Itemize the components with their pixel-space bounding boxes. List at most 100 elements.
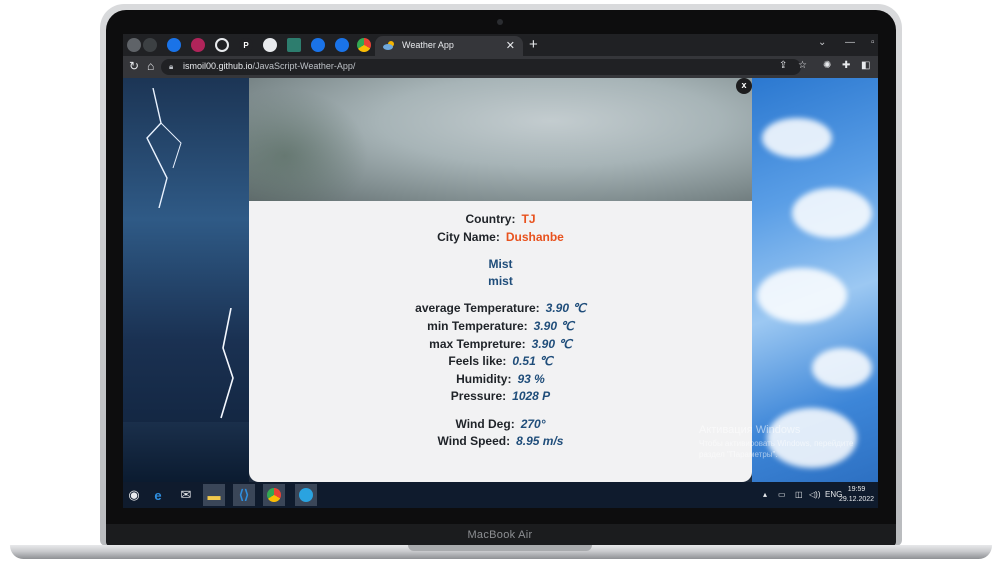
humidity-label: Humidity: [456, 372, 512, 386]
max-temp-value: 3.90 ℃ [531, 337, 572, 351]
github-icon[interactable] [143, 38, 157, 52]
chrome-logo [267, 488, 281, 502]
city-row: City Name: Dushanbe [249, 230, 752, 244]
weather-image [249, 78, 752, 201]
cloud [812, 348, 872, 388]
google-icon[interactable] [357, 38, 371, 52]
wind-speed-value: 8.95 m/s [516, 434, 564, 448]
url-host: ismoil00.github.io [183, 61, 253, 71]
pressure-label: Pressure: [450, 389, 507, 403]
search-app-icon[interactable]: ◉ [123, 484, 145, 506]
feels-like-label: Feels like: [448, 354, 507, 368]
city-value: Dushanbe [505, 230, 564, 244]
avg-temp-row: average Temperature: 3.90 ℃ [249, 301, 752, 315]
address-bar[interactable]: 🔒︎ ismoil00.github.io/JavaScript-Weather… [161, 59, 801, 75]
tab-icon[interactable] [191, 38, 205, 52]
edge-legacy-icon[interactable]: e [147, 484, 169, 506]
minimize-icon[interactable]: — [845, 37, 855, 48]
feels-like-value: 0.51 ℃ [512, 354, 553, 368]
chevron-down-icon[interactable]: ⌄ [818, 37, 826, 48]
web-page: Country: TJ City Name: Dushanbe Mist mist … [123, 78, 878, 482]
laptop-notch [408, 545, 592, 551]
avg-temp-value: 3.90 ℃ [545, 301, 586, 315]
extension-gear-icon[interactable]: ✺ [823, 60, 831, 71]
weather-tab-icon [383, 41, 394, 50]
brand-label: MacBook Air [467, 529, 533, 541]
clock[interactable]: 19:59 29.12.2022 [839, 485, 874, 505]
globe-icon[interactable] [263, 38, 277, 52]
home-icon[interactable]: ⌂ [147, 59, 154, 73]
clock-time: 19:59 [847, 486, 866, 493]
camera [497, 19, 503, 25]
sea [123, 422, 249, 482]
windows-activation-line1: Чтобы активировать Windows, перейдите [699, 439, 854, 448]
tab-weather-app[interactable]: Weather App ✕ [375, 36, 523, 56]
wind-speed-row: Wind Speed: 8.95 m/s [249, 434, 752, 448]
wind-speed-label: Wind Speed: [437, 434, 511, 448]
lightning-bolt [220, 308, 234, 419]
taskbar: ◉ e ✉ ▬ ⟨⟩ ▴ ▭ ◫ ◁)) ENG 19:59 29.12.202… [123, 482, 878, 508]
maximize-icon[interactable]: ▫ [871, 37, 875, 48]
wind-deg-value: 270° [520, 417, 546, 431]
volume-icon[interactable]: ◁)) [809, 490, 820, 499]
puzzle-icon[interactable]: ✚ [842, 60, 850, 71]
lightning-bolt [146, 88, 182, 208]
max-temp-row: max Tempreture: 3.90 ℃ [249, 337, 752, 351]
edge-icon[interactable] [311, 38, 325, 52]
weather-main: Mist [488, 257, 513, 271]
sidebar-icon[interactable]: ◧ [861, 60, 870, 71]
reload-icon[interactable]: ↻ [129, 59, 139, 73]
share-icon[interactable]: ⇪ [779, 60, 787, 71]
close-tab-icon[interactable]: ✕ [506, 39, 515, 52]
pressure-value: 1028 P [512, 389, 551, 403]
mail-icon[interactable]: ✉ [175, 484, 197, 506]
browser-toolbar: ↻ ⌂ 🔒︎ ismoil00.github.io/JavaScript-Wea… [123, 56, 878, 78]
humidity-value: 93 % [517, 372, 545, 386]
new-tab-button[interactable]: + [529, 36, 538, 53]
edge-icon[interactable] [167, 38, 181, 52]
url-text: ismoil00.github.io/JavaScript-Weather-Ap… [183, 61, 355, 71]
clock-date: 29.12.2022 [839, 496, 875, 503]
circle-tab-icon[interactable] [215, 38, 229, 52]
vscode-icon[interactable]: ⟨⟩ [233, 484, 255, 506]
edge-icon[interactable] [335, 38, 349, 52]
close-button[interactable]: x [736, 78, 752, 94]
paypal-icon[interactable]: P [239, 38, 253, 52]
wind-deg-row: Wind Deg: 270° [249, 417, 752, 431]
windows-activation-line2: раздел "Параметры". [699, 450, 778, 459]
country-row: Country: TJ [249, 212, 752, 226]
avg-temp-label: average Temperature: [415, 301, 540, 315]
screen: P Weather App ✕ + ⌄ — ▫ ↻ ⌂ 🔒︎ ismoil00.… [123, 34, 878, 508]
url-path: /JavaScript-Weather-App/ [252, 61, 356, 71]
min-temp-label: min Temperature: [427, 319, 528, 333]
tab-strip: P Weather App ✕ + ⌄ — ▫ [123, 34, 878, 56]
telegram-icon[interactable] [295, 484, 317, 506]
chrome-icon[interactable] [263, 484, 285, 506]
weather-description: mist [488, 274, 513, 288]
city-label: City Name: [437, 230, 500, 244]
cloud [762, 118, 832, 158]
cloud [792, 188, 872, 238]
pressure-row: Pressure: 1028 P [249, 389, 752, 403]
telegram-logo [299, 488, 313, 502]
cloud [757, 268, 847, 323]
feels-like-row: Feels like: 0.51 ℃ [249, 354, 752, 368]
max-temp-label: max Tempreture: [429, 337, 526, 351]
tab-icon[interactable] [127, 38, 141, 52]
battery-icon[interactable]: ▭ [778, 490, 786, 499]
country-label: Country: [465, 212, 516, 226]
bookmark-star-icon[interactable]: ☆ [798, 60, 807, 71]
network-icon[interactable]: ◫ [795, 490, 803, 499]
lock-icon: 🔒︎ [169, 62, 174, 71]
min-temp-value: 3.90 ℃ [533, 319, 574, 333]
windows-activation-title: Активация Windows [699, 424, 801, 436]
tab-icon[interactable] [287, 38, 301, 52]
storm-background [123, 78, 249, 482]
tray-chevron-icon[interactable]: ▴ [763, 490, 767, 499]
humidity-row: Humidity: 93 % [249, 372, 752, 386]
sky-background [752, 78, 878, 482]
min-temp-row: min Temperature: 3.90 ℃ [249, 319, 752, 333]
wind-deg-label: Wind Deg: [455, 417, 515, 431]
tab-title: Weather App [402, 40, 454, 50]
file-explorer-icon[interactable]: ▬ [203, 484, 225, 506]
